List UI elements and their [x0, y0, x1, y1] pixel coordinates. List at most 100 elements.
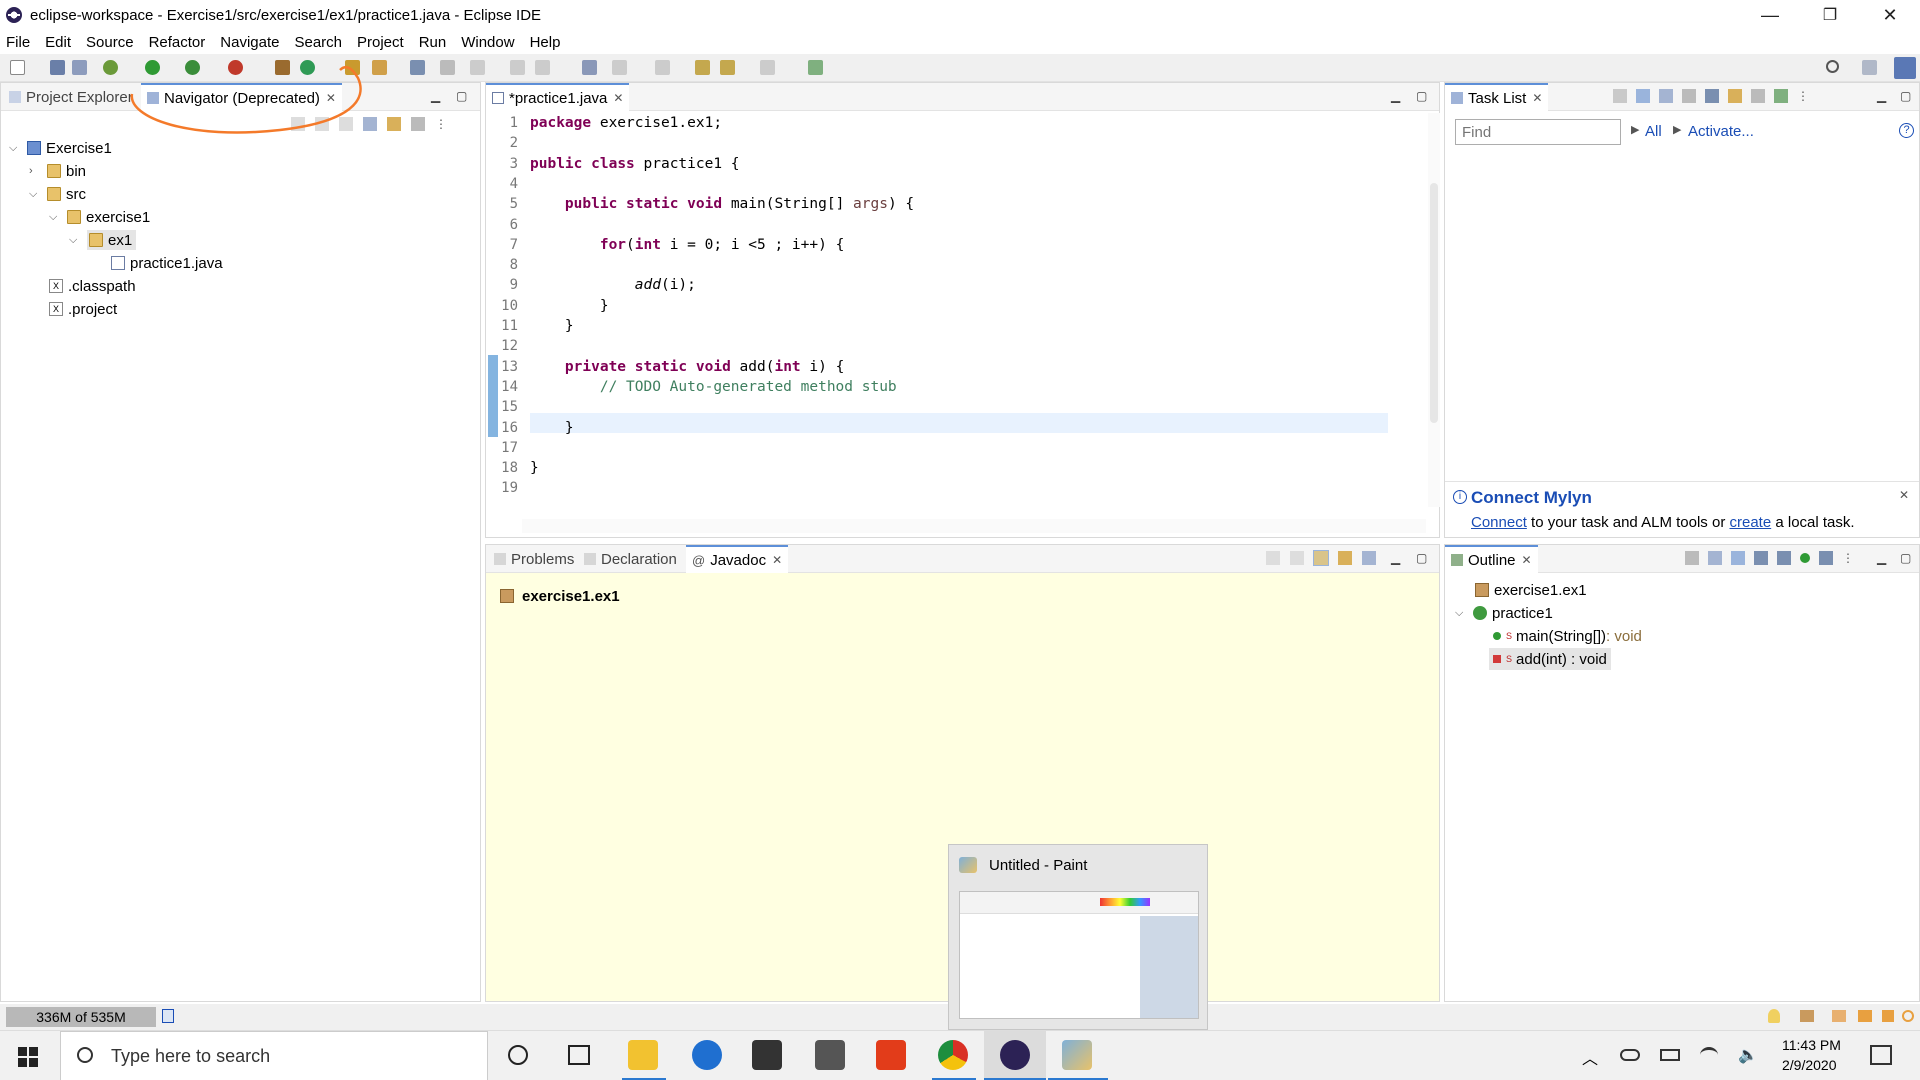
maximize-view-icon[interactable]: ▢	[1900, 89, 1911, 103]
paint-preview-popup[interactable]: Untitled - Paint	[948, 844, 1208, 1030]
menu-refactor[interactable]: Refactor	[149, 34, 206, 51]
sort-icon[interactable]	[1731, 551, 1745, 565]
menu-navigate[interactable]: Navigate	[220, 34, 279, 51]
back-icon[interactable]	[695, 60, 710, 75]
last-edit-icon[interactable]	[655, 60, 670, 75]
hide-local-types-icon[interactable]	[1819, 551, 1833, 565]
file-explorer-icon[interactable]	[628, 1040, 658, 1070]
focus-workweek-icon[interactable]	[1705, 89, 1719, 103]
menu-edit[interactable]: Edit	[45, 34, 71, 51]
chrome-icon[interactable]	[938, 1040, 968, 1070]
tab-outline[interactable]: Outline ✕	[1445, 545, 1538, 573]
search-icon[interactable]	[1826, 60, 1839, 73]
tab-project-explorer[interactable]: Project Explorer	[3, 83, 139, 111]
code-line[interactable]: public static void main(String[] args) {	[530, 196, 914, 212]
settings-icon[interactable]	[1902, 1010, 1914, 1022]
expand-arrow-icon[interactable]: ⌵	[49, 211, 61, 224]
outline-method-main[interactable]: Smain(String[]) : void	[1493, 625, 1642, 647]
tab-task-list[interactable]: Task List ✕	[1445, 83, 1549, 111]
forward-icon[interactable]	[1290, 551, 1304, 565]
menu-run[interactable]: Run	[419, 34, 447, 51]
tree-item-exercise1-folder[interactable]: ⌵ exercise1	[49, 206, 150, 228]
show-hidden-icons-icon[interactable]: ︿	[1582, 1045, 1598, 1069]
garbage-collect-icon[interactable]	[162, 1009, 174, 1023]
tree-item-exercise1[interactable]: ⌵ Exercise1	[9, 137, 112, 159]
mail-icon[interactable]	[815, 1040, 845, 1070]
debug-icon[interactable]	[103, 60, 118, 75]
expand-arrow-icon[interactable]: ⌵	[1455, 607, 1467, 620]
progress-icon[interactable]	[1800, 1010, 1814, 1022]
lightbulb-icon[interactable]	[1768, 1009, 1780, 1023]
outline-method-add[interactable]: Sadd(int) : void	[1489, 648, 1611, 670]
horizontal-scrollbar[interactable]	[522, 519, 1426, 533]
collapse-all-icon[interactable]	[1751, 89, 1765, 103]
maximize-view-icon[interactable]: ▢	[1416, 551, 1427, 565]
task-icon[interactable]	[1832, 1010, 1846, 1022]
paint-taskbar-icon[interactable]	[1062, 1040, 1092, 1070]
minimize-button[interactable]: —	[1740, 0, 1800, 30]
tab-javadoc[interactable]: @ Javadoc ✕	[686, 545, 789, 573]
taskbar-search-box[interactable]: Type here to search	[60, 1031, 488, 1080]
office-icon[interactable]	[876, 1040, 906, 1070]
expand-arrow-icon[interactable]: ⌵	[29, 188, 41, 201]
hide-static-icon[interactable]	[1777, 551, 1791, 565]
menu-source[interactable]: Source	[86, 34, 134, 51]
new-icon[interactable]	[10, 60, 25, 75]
outline-class[interactable]: ⌵ practice1	[1455, 602, 1553, 624]
menu-file[interactable]: File	[6, 34, 30, 51]
java-perspective-icon[interactable]	[1894, 57, 1916, 79]
scheduled-icon[interactable]	[1659, 89, 1673, 103]
show-whitespace-icon[interactable]	[535, 60, 550, 75]
expand-arrow-icon[interactable]: ⌵	[9, 142, 21, 155]
edge-icon[interactable]	[692, 1040, 722, 1070]
hide-fields-icon[interactable]	[1754, 551, 1768, 565]
code-line[interactable]: add(i);	[530, 277, 696, 293]
tree-item-src[interactable]: ⌵ src	[29, 183, 86, 205]
volume-icon[interactable]: 🔈	[1738, 1045, 1758, 1065]
annotation-icon[interactable]	[440, 60, 455, 75]
maximize-view-icon[interactable]: ▢	[1900, 551, 1911, 565]
hide-nonpublic-icon[interactable]	[1800, 553, 1810, 563]
minimize-view-icon[interactable]: ▁	[1877, 551, 1886, 565]
notifications-icon[interactable]	[1870, 1045, 1892, 1065]
outline-package[interactable]: exercise1.ex1	[1475, 579, 1587, 601]
onedrive-icon[interactable]	[1620, 1049, 1640, 1061]
new-task-icon[interactable]	[1613, 89, 1627, 103]
code-line[interactable]: private static void add(int i) {	[530, 359, 844, 375]
folder-status-icon[interactable]	[1858, 1010, 1872, 1022]
sync-icon[interactable]	[1728, 89, 1742, 103]
close-tab-icon[interactable]: ✕	[613, 91, 623, 105]
heap-status[interactable]: 336M of 535M	[6, 1007, 156, 1027]
code-line[interactable]: }	[530, 420, 574, 436]
collapse-arrow-icon[interactable]: ›	[29, 165, 41, 177]
tab-declaration[interactable]: Declaration	[578, 545, 683, 573]
all-link[interactable]: All	[1645, 123, 1662, 140]
code-line[interactable]: package exercise1.ex1;	[530, 115, 722, 131]
menu-search[interactable]: Search	[294, 34, 342, 51]
code-line[interactable]: for(int i = 0; i <5 ; i++) {	[530, 237, 844, 253]
help-icon[interactable]: ?	[1899, 123, 1914, 138]
open-browser-icon[interactable]	[1362, 551, 1376, 565]
back-icon[interactable]	[1266, 551, 1280, 565]
back-arrow-icon[interactable]	[720, 60, 735, 75]
view-menu-icon[interactable]: ⋮	[435, 117, 447, 131]
code-line[interactable]: }	[530, 298, 609, 314]
eclipse-taskbar-icon[interactable]	[1000, 1040, 1030, 1070]
close-tab-icon[interactable]: ✕	[772, 553, 782, 567]
vertical-scroll-thumb[interactable]	[1430, 183, 1438, 423]
windows-start-icon[interactable]	[18, 1047, 38, 1067]
previous-annotation-icon[interactable]	[612, 60, 627, 75]
create-link[interactable]: create	[1729, 514, 1771, 531]
open-task-icon[interactable]	[410, 60, 425, 75]
minimize-view-icon[interactable]: ▁	[431, 89, 440, 103]
categorized-icon[interactable]	[1636, 89, 1650, 103]
tree-item-ex1[interactable]: ⌵ ex1	[69, 229, 137, 251]
open-declaration-icon[interactable]	[1338, 551, 1352, 565]
close-button[interactable]: ✕	[1860, 0, 1920, 30]
cortana-icon[interactable]	[508, 1045, 528, 1065]
close-tab-icon[interactable]: ✕	[1532, 91, 1542, 105]
wifi-icon[interactable]	[1700, 1047, 1718, 1063]
open-perspective-icon[interactable]	[1862, 60, 1877, 75]
battery-icon[interactable]	[1660, 1049, 1680, 1061]
code-line[interactable]: public class practice1 {	[530, 156, 740, 172]
